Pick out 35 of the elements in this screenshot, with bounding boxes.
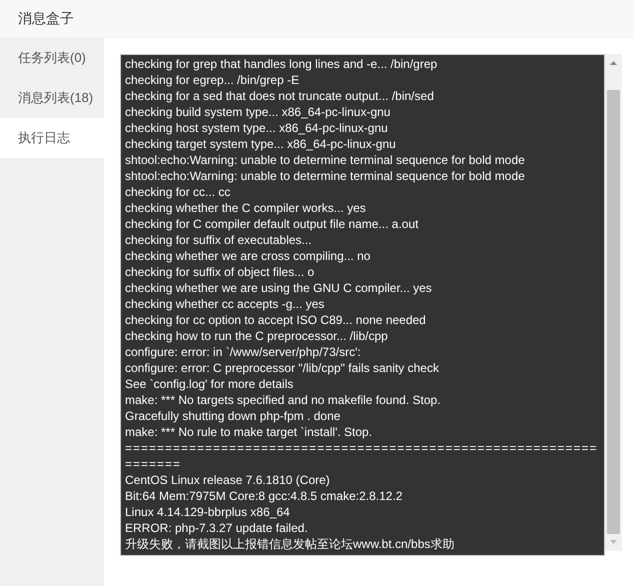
log-line: checking for a sed that does not truncate output... /bin/sed	[125, 88, 435, 104]
log-line: shtool:echo:Warning: unable to determine terminal sequence for bold mode	[125, 152, 526, 168]
log-line: checking for cc... cc	[125, 184, 232, 200]
log-line: checking target system type... x86_64-pc-linux-gnu	[125, 136, 397, 152]
sidebar-tab[interactable]: 任务列表(0)	[0, 38, 104, 78]
log-line: ==================================================================	[125, 440, 598, 472]
log-line: checking whether cc accepts -g... yes	[125, 296, 326, 312]
sidebar-tab[interactable]: 消息列表(18)	[0, 78, 104, 118]
log-line: checking host system type... x86_64-pc-linux-gnu	[125, 120, 389, 136]
log-line: ERROR: php-7.3.27 update failed.	[125, 520, 309, 536]
log-line: checking for grep that handles long lines and -e... /bin/grep	[125, 56, 438, 72]
log-line: CentOS Linux release 7.6.1810 (Core)	[125, 472, 331, 488]
log-line: Linux 4.14.129-bbrplus x86_64	[125, 504, 291, 520]
log-line: checking whether we are cross compiling... no	[125, 248, 372, 264]
window-title: 消息盒子	[0, 0, 634, 38]
log-line: 升级失败，请截图以上报错信息发帖至论坛www.bt.cn/bbs求助	[125, 536, 456, 552]
log-line: Gracefully shutting down php-fpm . done	[125, 408, 342, 424]
log-line: Bit:64 Mem:7975M Core:8 gcc:4.8.5 cmake:2.8.12.2	[125, 488, 404, 504]
log-line: make: *** No rule to make target `install'. Stop.	[125, 424, 374, 440]
log-line: checking how to run the C preprocessor... /lib/cpp	[125, 328, 389, 344]
log-line: checking for cc option to accept ISO C89... none needed	[125, 312, 427, 328]
log-line: checking for C compiler default output file name... a.out	[125, 216, 420, 232]
log-line: See `config.log' for more details	[125, 376, 294, 392]
log-line: shtool:echo:Warning: unable to determine terminal sequence for bold mode	[125, 168, 526, 184]
log-line: checking whether we are using the GNU C compiler... yes	[125, 280, 433, 296]
log-line: checking for egrep... /bin/grep -E	[125, 72, 300, 88]
log-line: checking build system type... x86_64-pc-linux-gnu	[125, 104, 392, 120]
log-line: make: *** No targets specified and no makefile found. Stop.	[125, 392, 442, 408]
log-line: configure: error: C preprocessor "/lib/cpp" fails sanity check	[125, 360, 440, 376]
log-line: checking for suffix of object files... o	[125, 264, 316, 280]
log-line: configure: error: in `/www/server/php/73/src':	[125, 344, 362, 360]
scrollbar[interactable]	[605, 54, 622, 551]
log-line: checking whether the C compiler works... yes	[125, 200, 367, 216]
log-line: checking for suffix of executables...	[125, 232, 313, 248]
sidebar-tab[interactable]: 执行日志	[0, 118, 104, 158]
